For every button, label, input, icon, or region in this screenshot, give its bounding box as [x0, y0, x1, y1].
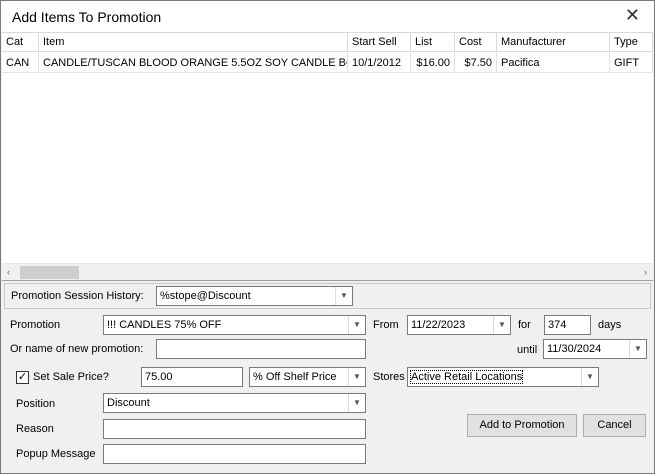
- table-cell-manufacturer[interactable]: Pacifica: [497, 53, 610, 73]
- position-label: Position: [16, 398, 56, 410]
- new-promotion-label: Or name of new promotion:: [10, 343, 144, 355]
- promotion-value: !!! CANDLES 75% OFF: [107, 319, 222, 331]
- history-value: %stope@Discount: [160, 290, 251, 302]
- stores-label: Stores: [373, 371, 405, 383]
- chevron-down-icon[interactable]: ▼: [581, 368, 598, 386]
- chevron-down-icon[interactable]: ▼: [348, 394, 365, 412]
- column-header-cat[interactable]: Cat: [2, 33, 39, 52]
- promotion-dropdown[interactable]: !!! CANDLES 75% OFF ▼: [103, 315, 366, 335]
- scroll-left-icon[interactable]: ‹: [7, 267, 10, 277]
- new-promotion-input[interactable]: [156, 339, 366, 359]
- column-header-list[interactable]: List: [411, 33, 455, 52]
- reason-label: Reason: [16, 423, 54, 435]
- scroll-thumb[interactable]: [20, 266, 79, 279]
- days-label: days: [598, 319, 622, 331]
- stores-value: Active Retail Locations: [409, 370, 524, 384]
- position-dropdown[interactable]: Discount ▼: [103, 393, 366, 413]
- for-label: for: [518, 319, 531, 331]
- promotion-label: Promotion: [10, 319, 61, 331]
- column-header-type[interactable]: Type: [610, 33, 653, 52]
- items-grid: Cat Item Start Sell List Cost Manufactur…: [2, 32, 653, 281]
- from-date-value: 11/22/2023: [411, 319, 466, 331]
- reason-input[interactable]: [103, 419, 366, 439]
- until-label: until: [517, 344, 538, 356]
- cancel-button[interactable]: Cancel: [583, 414, 646, 437]
- history-panel: Promotion Session History: %stope@Discou…: [4, 283, 651, 309]
- table-cell-start-sell[interactable]: 10/1/2012: [348, 53, 411, 73]
- history-dropdown[interactable]: %stope@Discount ▼: [156, 286, 353, 306]
- history-label: Promotion Session History:: [11, 290, 144, 302]
- horizontal-scrollbar[interactable]: ‹ ›: [2, 263, 653, 281]
- popup-message-label: Popup Message: [16, 448, 96, 460]
- position-value: Discount: [107, 397, 150, 409]
- title-bar: Add Items To Promotion ✕: [1, 1, 654, 32]
- price-type-value: % Off Shelf Price: [253, 371, 337, 383]
- popup-message-input[interactable]: [103, 444, 366, 464]
- chevron-down-icon[interactable]: ▼: [348, 316, 365, 334]
- splitter[interactable]: [2, 280, 653, 281]
- table-cell-cost[interactable]: $7.50: [455, 53, 497, 73]
- price-type-dropdown[interactable]: % Off Shelf Price ▼: [249, 367, 366, 387]
- until-date-picker[interactable]: 11/30/2024 ▼: [543, 339, 647, 359]
- dialog-title: Add Items To Promotion: [12, 9, 162, 25]
- set-sale-price-checkbox[interactable]: ✓: [16, 371, 29, 384]
- table-cell-list[interactable]: $16.00: [411, 53, 455, 73]
- column-header-cost[interactable]: Cost: [455, 33, 497, 52]
- table-cell-item[interactable]: CANDLE/TUSCAN BLOOD ORANGE 5.5OZ SOY CAN…: [39, 53, 348, 73]
- column-header-item[interactable]: Item: [39, 33, 348, 52]
- from-label: From: [373, 319, 399, 331]
- from-date-picker[interactable]: 11/22/2023 ▼: [407, 315, 511, 335]
- add-items-dialog: Add Items To Promotion ✕ Cat Item Start …: [0, 0, 655, 474]
- chevron-down-icon[interactable]: ▼: [335, 287, 352, 305]
- table-cell-type[interactable]: GIFT: [610, 53, 653, 73]
- sale-price-input[interactable]: 75.00: [141, 367, 243, 387]
- scroll-right-icon[interactable]: ›: [644, 267, 647, 277]
- until-date-value: 11/30/2024: [547, 343, 602, 355]
- add-to-promotion-button[interactable]: Add to Promotion: [467, 414, 577, 437]
- set-sale-price-label: Set Sale Price?: [33, 371, 109, 383]
- chevron-down-icon[interactable]: ▼: [629, 340, 646, 358]
- chevron-down-icon[interactable]: ▼: [493, 316, 510, 334]
- table-cell-cat[interactable]: CAN: [2, 53, 39, 73]
- stores-dropdown[interactable]: Active Retail Locations ▼: [407, 367, 599, 387]
- chevron-down-icon[interactable]: ▼: [348, 368, 365, 386]
- column-header-start-sell[interactable]: Start Sell: [348, 33, 411, 52]
- column-header-manufacturer[interactable]: Manufacturer: [497, 33, 610, 52]
- days-input[interactable]: 374: [544, 315, 591, 335]
- close-icon[interactable]: ✕: [625, 6, 640, 24]
